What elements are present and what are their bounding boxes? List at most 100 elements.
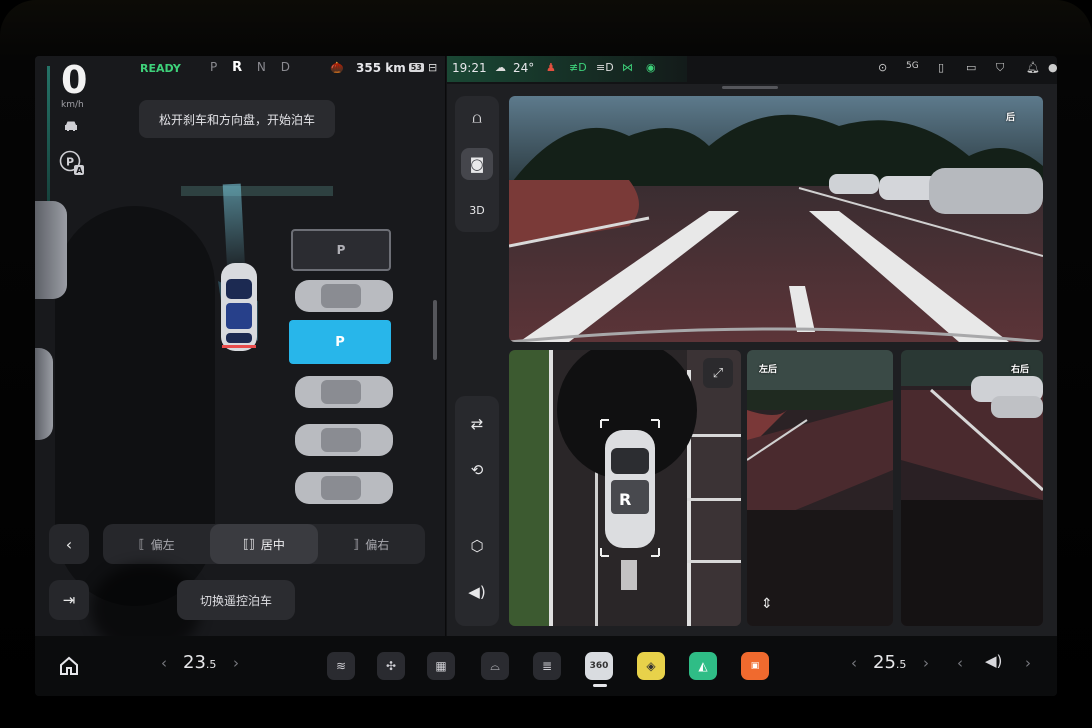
beam-icon: ≡D <box>596 61 614 74</box>
shield-icon[interactable]: ⛉ <box>996 61 1004 75</box>
remote-parking-button[interactable]: 切换遥控泊车 <box>177 580 295 620</box>
gear-p: P <box>210 60 218 74</box>
parking-slot[interactable]: P <box>291 229 391 271</box>
fan-icon[interactable]: ✣ <box>377 652 405 680</box>
rear-camera-view: 后 <box>509 96 1043 342</box>
car-rotate-icon[interactable]: ⟲ <box>461 454 493 486</box>
pane-divider <box>445 56 446 636</box>
back-button[interactable]: ‹ <box>49 524 89 564</box>
adjacent-car <box>35 201 67 299</box>
maps-icon[interactable]: ◭ <box>689 652 717 680</box>
exit-parking-button[interactable]: ⇥ <box>49 580 89 620</box>
volume-decrease-button[interactable]: ‹ <box>957 654 963 672</box>
infotainment-screen: 0 km/h P A READY P R N D 松开刹车和方向盘，开始泊车 P… <box>35 56 1057 696</box>
rear-camera-label: 后 <box>1005 113 1015 123</box>
car-icon[interactable]: ⌓ <box>481 652 509 680</box>
chevron-left-icon: ‹ <box>65 534 73 554</box>
parking-hint: 松开刹车和方向盘，开始泊车 <box>139 100 335 138</box>
headlight-icon: ≢D <box>569 61 587 74</box>
bottom-dock: ‹ 23.5 › ≋ ✣ ▦ ⌓ ≣ 360 ◈ ◭ ▣ ‹ 25.5 › ‹ … <box>35 636 1057 696</box>
car-status-icon <box>65 121 77 131</box>
speaker-icon[interactable]: ◀) <box>461 576 493 608</box>
right-temp-decrease-button[interactable]: ‹ <box>851 654 857 672</box>
right-temperature: 25.5 <box>873 652 907 673</box>
svg-text:P: P <box>66 156 74 169</box>
parking-mode-icon[interactable]: ⇄ <box>461 408 493 440</box>
volume-increase-button[interactable]: › <box>1025 654 1031 672</box>
phone-icon[interactable]: ▯ <box>938 61 944 74</box>
right-rear-camera-image <box>901 350 1043 626</box>
outside-temperature: 24° <box>513 61 535 75</box>
seat-vent-icon[interactable]: ≣ <box>533 652 561 680</box>
parked-car <box>295 376 393 408</box>
position-center-button[interactable]: ⟦⟧ 居中 <box>210 524 318 564</box>
rear-defrost-icon[interactable]: ▦ <box>427 652 455 680</box>
photos-icon[interactable]: ◈ <box>637 652 665 680</box>
right-rear-camera-label: 右后 <box>1010 365 1029 375</box>
position-right-button[interactable]: ⟧ 偏右 <box>318 524 425 564</box>
adjacent-car <box>35 348 53 440</box>
bell-icon[interactable]: 🔔︎ <box>1026 61 1040 74</box>
gear-selector: P R N D <box>210 60 301 75</box>
view-3d-icon[interactable]: 3D <box>461 194 493 226</box>
top-view-image <box>509 350 741 626</box>
user-icon[interactable]: ● <box>1048 61 1057 74</box>
gear-n: N <box>256 60 266 74</box>
parking-assist-pane: 0 km/h P A READY P R N D 松开刹车和方向盘，开始泊车 P… <box>35 56 445 636</box>
speed-unit: km/h <box>61 100 84 110</box>
left-rear-camera-view: 左后 ⇕ <box>747 350 893 626</box>
front-view-icon[interactable]: ⩍ <box>461 102 493 134</box>
left-temp-decrease-button[interactable]: ‹ <box>161 654 167 672</box>
left-rear-camera-label: 左后 <box>759 365 778 375</box>
speed-readout: 0 <box>61 58 88 102</box>
rear-view-icon[interactable]: ◙ <box>461 148 493 180</box>
shift-right-icon: ⟧ <box>353 537 360 551</box>
panorama-icon[interactable]: 360 <box>585 652 613 680</box>
ready-status: READY <box>140 62 181 75</box>
tpms-icon: ◉ <box>646 61 656 74</box>
left-temp-increase-button[interactable]: › <box>233 654 239 672</box>
expand-icon: ⤢ <box>712 365 724 381</box>
position-left-button[interactable]: ⟦ 偏左 <box>103 524 210 564</box>
selected-parking-slot[interactable]: P <box>289 320 391 364</box>
right-temp-increase-button[interactable]: › <box>923 654 929 672</box>
left-temperature: 23.5 <box>183 652 217 673</box>
drag-handle[interactable] <box>722 86 778 89</box>
rear-camera-image <box>509 96 1043 342</box>
pane-resize-handle[interactable] <box>433 300 437 360</box>
left-rear-camera-image <box>747 350 893 626</box>
shift-left-icon: ⟦ <box>138 537 145 551</box>
status-bar: 🌰 355 km 53 ⊟ 19:21 ☁ 24° ♟ ≢D ≡D ⋈ ◉ ⊙ 5… <box>320 56 1057 84</box>
guide-line <box>181 186 333 196</box>
gear-r: R <box>232 60 243 75</box>
expand-view-button[interactable]: ⤢ <box>703 358 733 388</box>
seat-heat-icon[interactable]: ≋ <box>327 652 355 680</box>
active-app-indicator <box>593 684 607 687</box>
parking-position-selector: ⟦ 偏左 ⟦⟧ 居中 ⟧ 偏右 <box>103 524 425 564</box>
sensor-beam <box>222 183 246 273</box>
mirror-fold-icon[interactable]: ⇕ <box>761 596 773 612</box>
svg-text:A: A <box>76 166 83 175</box>
range-readout: 355 km 53 <box>356 61 424 75</box>
media-icon[interactable]: ▣ <box>741 652 769 680</box>
weather-icon: ☁ <box>495 61 506 74</box>
topview-gear-label: R <box>619 490 632 509</box>
volume-icon[interactable]: ◀) <box>985 652 1002 670</box>
park-assist-icon[interactable]: P A <box>59 150 85 176</box>
accent-bar <box>47 66 50 216</box>
parked-car <box>295 280 393 312</box>
more-icon[interactable]: ⊙ <box>878 61 887 74</box>
clock: 19:21 <box>452 61 487 75</box>
settings-hexagon-icon[interactable]: ⬡ <box>461 530 493 562</box>
avatar-icon: 🌰 <box>330 61 344 74</box>
parked-car <box>295 472 393 504</box>
camera-panel: ⩍ ◙ 3D ⇄ ⟲ ⬡ ◀) 后 R ⤢ 左后 ⇕ 右后 <box>433 84 1057 636</box>
exit-icon: ⇥ <box>62 591 76 609</box>
signal-icon: 5G <box>906 61 919 71</box>
gear-d: D <box>280 60 290 74</box>
dashcam-icon[interactable]: ▭ <box>966 61 976 74</box>
home-icon[interactable] <box>57 654 81 678</box>
ego-vehicle <box>218 263 258 351</box>
fog-icon: ⋈ <box>622 61 633 74</box>
seatbelt-icon: ♟ <box>546 61 556 74</box>
